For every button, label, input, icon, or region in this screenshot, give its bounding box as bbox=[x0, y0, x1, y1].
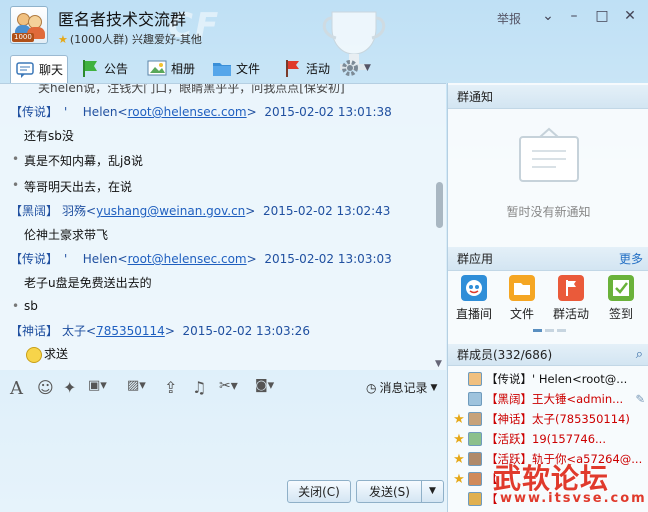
photo-icon bbox=[147, 58, 167, 78]
send-button[interactable]: 发送(S) ▼ bbox=[356, 480, 444, 503]
right-panel: 群通知 暂时没有新通知 群应用 更多 直播间 文件 群活动 签到 群成员(332… bbox=[447, 83, 648, 512]
minimize-icon[interactable]: – bbox=[566, 8, 582, 24]
group-avatar[interactable]: 1000 bbox=[10, 6, 48, 44]
chevron-down-icon: ▼ bbox=[430, 382, 438, 393]
app-files[interactable]: 文件 bbox=[500, 275, 544, 322]
main-toolbar: 聊天 公告 相册 文件 活动 ▼ bbox=[0, 53, 446, 83]
message-body: 求送 bbox=[26, 345, 68, 363]
font-icon[interactable]: A bbox=[10, 378, 23, 399]
message-header: 【黑阔】 羽殇<yushang@weinan.gov.cn> 2015-02-02… bbox=[10, 204, 391, 218]
message-history-button[interactable]: ◷ 消息记录 ▼ bbox=[366, 379, 437, 396]
chevron-down-icon: ▼ bbox=[364, 63, 371, 73]
message-header: 【神话】 太子<785350114> 2015-02-02 13:03:26 bbox=[10, 324, 310, 338]
settings-dropdown[interactable]: ▼ bbox=[336, 55, 375, 81]
title-bar: 1000 CF 匿名者技术交流群 ★ (1000人群) 兴趣爱好-其他 举报 ⌄ … bbox=[0, 0, 648, 70]
apps-pager[interactable] bbox=[533, 329, 566, 332]
group-info: ★ (1000人群) 兴趣爱好-其他 bbox=[58, 33, 202, 46]
avatar bbox=[468, 472, 482, 486]
tab-album[interactable]: 相册 bbox=[143, 55, 199, 81]
avatar bbox=[468, 432, 482, 446]
star-icon: ★ bbox=[58, 33, 68, 46]
app-live-room[interactable]: 直播间 bbox=[452, 275, 496, 322]
avatar bbox=[468, 372, 482, 386]
emoji-icon[interactable]: ☺ bbox=[37, 378, 54, 397]
chat-history[interactable]: 关helen说，注钱大门口，眼睛黑乎乎，问我点点[保安初] 【传说】 ' Hele… bbox=[0, 83, 446, 370]
emoji-face-icon bbox=[26, 346, 42, 363]
music-icon[interactable]: ♫ bbox=[192, 378, 206, 397]
send-options-dropdown[interactable]: ▼ bbox=[421, 481, 443, 502]
scroll-thumb[interactable] bbox=[436, 182, 443, 228]
apps-header: 群应用 更多 bbox=[448, 247, 648, 271]
image-icon[interactable]: ▨▾ bbox=[127, 378, 146, 393]
chat-bubble-icon bbox=[15, 60, 35, 80]
close-window-icon[interactable]: ✕ bbox=[622, 8, 638, 24]
more-apps-link[interactable]: 更多 bbox=[619, 247, 643, 271]
live-room-icon bbox=[461, 275, 487, 301]
message-body: 还有sb没 bbox=[24, 129, 74, 143]
message-body: 等哥明天出去，在说 bbox=[12, 178, 132, 195]
clock-icon: ◷ bbox=[366, 380, 377, 395]
empty-notice-text: 暂时没有新通知 bbox=[506, 205, 591, 219]
tab-announcement[interactable]: 公告 bbox=[76, 55, 132, 81]
edit-icon[interactable]: ✎ bbox=[635, 392, 645, 406]
shield-icon[interactable]: ◙▾ bbox=[255, 378, 274, 393]
menu-icon[interactable]: ⌄ bbox=[540, 8, 556, 24]
app-group-activity[interactable]: 群活动 bbox=[549, 275, 593, 322]
close-button[interactable]: 关闭(C) bbox=[287, 480, 351, 503]
tab-chat[interactable]: 聊天 bbox=[10, 55, 69, 83]
sender-qq-link[interactable]: 785350114 bbox=[96, 324, 165, 338]
sender-email-link[interactable]: root@helensec.com bbox=[128, 105, 247, 119]
sender-email-link[interactable]: root@helensec.com bbox=[128, 252, 247, 266]
magic-wand-icon[interactable]: ✦ bbox=[63, 378, 76, 397]
tab-activity[interactable]: 活动 bbox=[278, 55, 334, 81]
star-icon: ★ bbox=[453, 451, 465, 467]
report-link[interactable]: 举报 bbox=[497, 10, 521, 27]
file-icon bbox=[509, 275, 535, 301]
notice-header: 群通知 bbox=[448, 85, 648, 109]
message-body: 关helen说，注钱大门口，眼睛黑乎乎，问我点点[保安初] bbox=[38, 83, 345, 95]
flag-icon bbox=[80, 58, 100, 78]
input-toolbar: A ☺ ✦ ▣▾ ▨▾ ⇪ ♫ ✂▾ ◙▾ ◷ 消息记录 ▼ bbox=[0, 372, 446, 402]
message-body: 伦神土豪求带飞 bbox=[24, 228, 109, 242]
group-activity-icon bbox=[558, 275, 584, 301]
avatar bbox=[468, 412, 482, 426]
member-row[interactable]: 【黑阔】 王大锤<admin... ✎ bbox=[448, 389, 648, 409]
star-icon: ★ bbox=[453, 431, 465, 447]
message-input[interactable] bbox=[0, 402, 446, 478]
tab-files[interactable]: 文件 bbox=[208, 55, 264, 81]
star-icon: ★ bbox=[453, 411, 465, 427]
notice-board-icon bbox=[519, 127, 579, 182]
members-header: 群成员(332/686) ⌕ bbox=[448, 344, 648, 366]
scissors-icon[interactable]: ✂▾ bbox=[219, 378, 238, 394]
chat-scrollbar[interactable]: ▼ bbox=[434, 86, 444, 369]
message-body: 老子u盘是免费送出去的 bbox=[24, 276, 152, 290]
folder-icon bbox=[212, 58, 232, 78]
maximize-icon[interactable]: □ bbox=[594, 8, 610, 24]
red-flag-icon bbox=[282, 58, 302, 78]
member-row[interactable]: ★ 【神话】 太子(785350114) bbox=[448, 409, 648, 429]
avatar bbox=[468, 392, 482, 406]
gift-icon[interactable]: ▣▾ bbox=[88, 378, 107, 393]
message-body: 真是不知内幕，乱j8说 bbox=[12, 152, 143, 169]
upload-icon[interactable]: ⇪ bbox=[164, 378, 177, 397]
site-watermark-url: www.itsvse.com bbox=[500, 491, 647, 506]
app-check-in[interactable]: 签到 bbox=[599, 275, 643, 322]
message-body: sb bbox=[12, 299, 38, 313]
check-in-icon bbox=[608, 275, 634, 301]
message-header: 【传说】 ' Helen<root@helensec.com> 2015-02-0… bbox=[10, 252, 392, 266]
avatar bbox=[468, 452, 482, 466]
avatar bbox=[468, 492, 482, 506]
message-header: 【传说】 ' Helen<root@helensec.com> 2015-02-0… bbox=[10, 105, 392, 119]
member-row[interactable]: ★ 【活跃】 19(157746... bbox=[448, 429, 648, 449]
scroll-down-icon[interactable]: ▼ bbox=[435, 359, 442, 369]
sender-email-link[interactable]: yushang@weinan.gov.cn bbox=[96, 204, 245, 218]
member-row[interactable]: 【传说】 ' Helen<root@... bbox=[448, 369, 648, 389]
gear-icon bbox=[340, 58, 360, 78]
search-icon[interactable]: ⌕ bbox=[636, 344, 643, 366]
star-icon: ★ bbox=[453, 471, 465, 487]
group-name[interactable]: 匿名者技术交流群 bbox=[58, 6, 186, 30]
